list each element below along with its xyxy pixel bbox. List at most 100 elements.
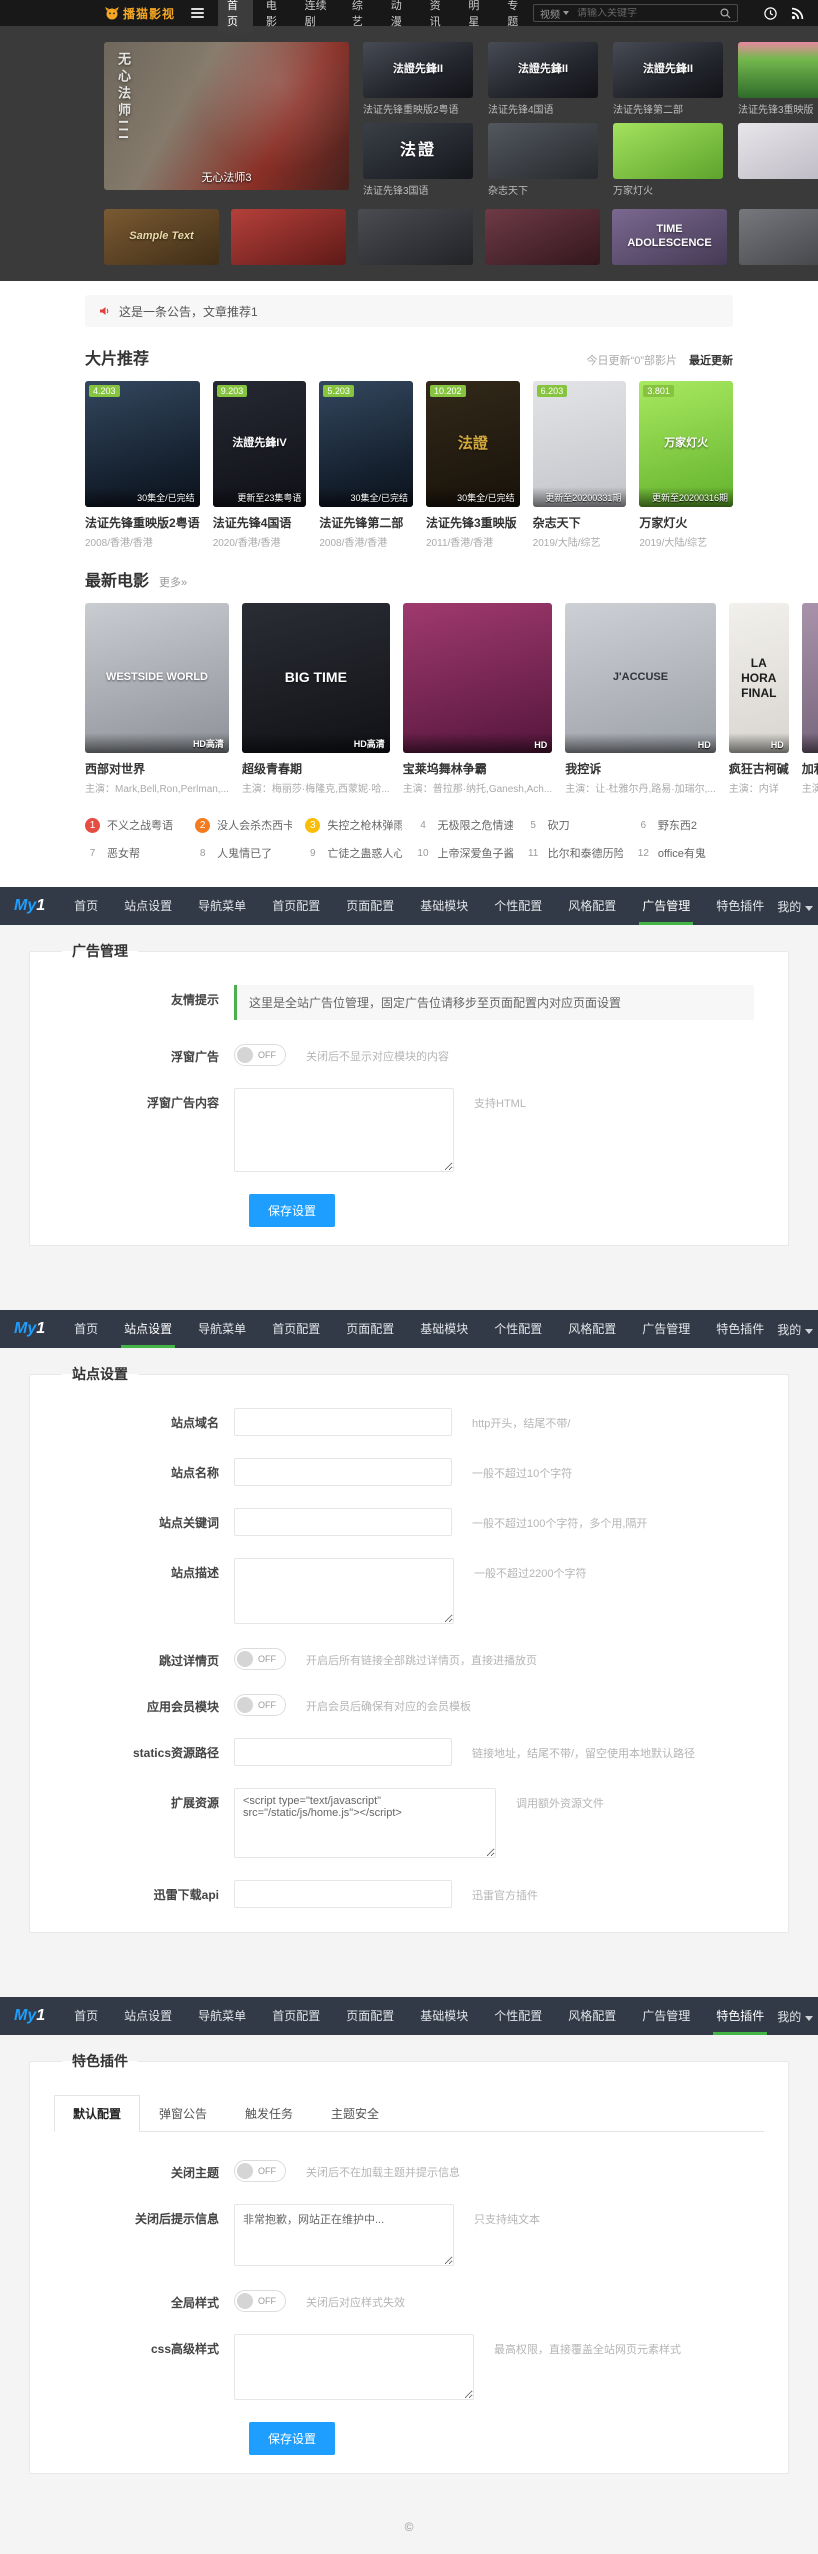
save-settings-button[interactable]: 保存设置 (249, 2422, 335, 2455)
history-icon[interactable] (764, 7, 777, 20)
save-settings-button[interactable]: 保存设置 (249, 1194, 335, 1227)
hero-poster-card[interactable] (738, 123, 818, 197)
admin-menu-item[interactable]: 首页配置 (259, 1310, 333, 1348)
admin-menu-item[interactable]: 基础模块 (407, 887, 481, 925)
global-style-toggle[interactable]: OFF (234, 2290, 286, 2312)
search-icon[interactable] (720, 8, 731, 19)
site-menu-item[interactable]: 明星 (459, 0, 494, 33)
site-logo[interactable]: 播猫影视 (104, 5, 175, 22)
site-menu-item[interactable]: 动漫 (382, 0, 417, 33)
admin-menu-item[interactable]: 页面配置 (333, 887, 407, 925)
admin-menu-item[interactable]: 基础模块 (407, 1310, 481, 1348)
plugin-tab[interactable]: 弹窗公告 (140, 2095, 226, 2132)
movie-card[interactable]: BIG TIME HD高清 超级青春期 主演：梅丽莎·梅隆克,西蒙妮·哈... (242, 603, 390, 795)
hero-poster-card[interactable]: 杂志天下 (488, 123, 598, 197)
rank-item[interactable]: 10 上帝深爱鱼子酱 (415, 841, 512, 865)
my-account-menu[interactable]: 我的 (777, 1321, 813, 1338)
admin-menu-item[interactable]: 首页 (61, 887, 111, 925)
rank-item[interactable]: 8 人鬼情已了 (195, 841, 292, 865)
admin-logo[interactable]: My1 (14, 1320, 45, 1338)
admin-menu-item[interactable]: 站点设置 (111, 887, 185, 925)
hero-poster-card[interactable]: 法证先锋3重映版 (738, 42, 818, 116)
recent-update-link[interactable]: 最近更新 (689, 352, 733, 368)
admin-menu-item[interactable]: 站点设置 (111, 1310, 185, 1348)
plugin-tab[interactable]: 主题安全 (312, 2095, 398, 2132)
rank-item[interactable]: 4 无极限之危情速递 (415, 813, 512, 837)
more-link[interactable]: 更多» (159, 574, 187, 590)
admin-menu-item[interactable]: 个性配置 (481, 1997, 555, 2035)
plugin-tab[interactable]: 触发任务 (226, 2095, 312, 2132)
site-menu-item[interactable]: 专题 (498, 0, 533, 33)
skip-detail-toggle[interactable]: OFF (234, 1648, 286, 1670)
hero-poster-card[interactable]: 法證先鋒II 法证先锋第二部 (613, 42, 723, 116)
admin-menu-item[interactable]: 广告管理 (629, 1310, 703, 1348)
rank-item[interactable]: 7 恶女帮 (85, 841, 182, 865)
hero-poster[interactable] (231, 209, 346, 265)
my-account-menu[interactable]: 我的 (777, 898, 813, 915)
admin-menu-item[interactable]: 首页配置 (259, 887, 333, 925)
rank-item[interactable]: 11 比尔和泰德历险记 (526, 841, 623, 865)
rank-item[interactable]: 1 不义之战粤语 (85, 813, 182, 837)
hero-poster-card[interactable]: 法證 法证先锋3国语 (363, 123, 473, 197)
admin-logo[interactable]: My1 (14, 897, 45, 915)
admin-logo[interactable]: My1 (14, 2007, 45, 2025)
admin-menu-item[interactable]: 导航菜单 (185, 1310, 259, 1348)
hero-poster-card[interactable]: 法證先鋒II 法证先锋重映版2粤语 (363, 42, 473, 116)
site-menu-item[interactable]: 电影 (257, 0, 292, 33)
movie-card[interactable]: 9.203 法證先鋒IV 更新至23集粤语 法证先锋4国语 2020/香港/香港 (213, 381, 307, 549)
site-name-input[interactable] (234, 1458, 452, 1486)
admin-menu-item[interactable]: 个性配置 (481, 887, 555, 925)
site-menu-item[interactable]: 首页 (218, 0, 253, 33)
hero-poster[interactable]: Sample Text (104, 209, 219, 265)
menu-icon[interactable] (191, 6, 204, 20)
movie-card[interactable]: WESTSIDE WORLD HD高清 西部对世界 主演：Mark,Bell,R… (85, 603, 229, 795)
search-category-select[interactable]: 视频 (540, 6, 569, 21)
admin-menu-item[interactable]: 基础模块 (407, 1997, 481, 2035)
admin-menu-item[interactable]: 导航菜单 (185, 1997, 259, 2035)
movie-card[interactable]: 10.202 法證 30集全/已完结 法证先锋3重映版 2011/香港/香港 (426, 381, 520, 549)
ext-resource-textarea[interactable]: <script type="text/javascript" src="/sta… (234, 1788, 496, 1858)
admin-menu-item[interactable]: 特色插件 (703, 1997, 777, 2035)
rank-item[interactable]: 12 office有鬼 (636, 841, 733, 865)
movie-card[interactable]: 3.801 万家灯火 更新至20200316期 万家灯火 2019/大陆/综艺 (639, 381, 733, 549)
movie-card[interactable]: J'ACCUSE HD 我控诉 主演：让·杜雅尔丹,路易·加瑞尔,... (565, 603, 716, 795)
rank-item[interactable]: 9 亡徒之蛊惑人心 (305, 841, 402, 865)
movie-card[interactable]: LA HORA FINAL HD 疯狂古柯碱 主演：内详 (729, 603, 789, 795)
admin-menu-item[interactable]: 个性配置 (481, 1310, 555, 1348)
hero-poster[interactable]: TIME ADOLESCENCE (612, 209, 727, 265)
admin-menu-item[interactable]: 首页 (61, 1997, 111, 2035)
rank-item[interactable]: 5 砍刀 (526, 813, 623, 837)
hero-poster-card[interactable]: 法證先鋒II 法证先锋4国语 (488, 42, 598, 116)
rss-icon[interactable] (791, 7, 804, 20)
admin-menu-item[interactable]: 导航菜单 (185, 887, 259, 925)
hero-poster[interactable] (358, 209, 473, 265)
rank-item[interactable]: 2 没人会杀杰西卡 (195, 813, 292, 837)
hero-slider[interactable]: 无心法师III 无心法师3 (104, 42, 349, 190)
close-theme-toggle[interactable]: OFF (234, 2160, 286, 2182)
movie-card[interactable]: 4.203 30集全/已完结 法证先锋重映版2粤语 2008/香港/香港 (85, 381, 200, 549)
hero-poster-card[interactable]: 万家灯火 (613, 123, 723, 197)
announcement-bar[interactable]: 这是一条公告，文章推荐1 (85, 295, 733, 327)
statics-path-input[interactable] (234, 1738, 452, 1766)
float-ad-toggle[interactable]: OFF (234, 1044, 286, 1066)
my-account-menu[interactable]: 我的 (777, 2008, 813, 2025)
site-menu-item[interactable]: 综艺 (343, 0, 378, 33)
admin-menu-item[interactable]: 广告管理 (629, 1997, 703, 2035)
hero-poster[interactable] (739, 209, 818, 265)
admin-menu-item[interactable]: 风格配置 (555, 1997, 629, 2035)
site-description-textarea[interactable] (234, 1558, 454, 1624)
admin-menu-item[interactable]: 页面配置 (333, 1997, 407, 2035)
site-keyword-input[interactable] (234, 1508, 452, 1536)
movie-card[interactable]: HD 宝莱坞舞林争霸 主演：普拉那·纳托,Ganesh,Ach... (403, 603, 552, 795)
close-message-textarea[interactable]: 非常抱歉，网站正在维护中... (234, 2204, 454, 2266)
thunder-api-input[interactable] (234, 1880, 452, 1908)
movie-card[interactable]: Ratna HD 加利和拉特纳 主演：Rafal,Hady,Sheryl,She… (802, 603, 818, 795)
css-style-textarea[interactable] (234, 2334, 474, 2400)
admin-menu-item[interactable]: 首页配置 (259, 1997, 333, 2035)
rank-item[interactable]: 3 失控之枪林弹雨 (305, 813, 402, 837)
admin-menu-item[interactable]: 风格配置 (555, 887, 629, 925)
float-ad-content-textarea[interactable] (234, 1088, 454, 1172)
site-menu-item[interactable]: 连续剧 (296, 0, 339, 33)
hero-poster[interactable] (485, 209, 600, 265)
admin-menu-item[interactable]: 风格配置 (555, 1310, 629, 1348)
